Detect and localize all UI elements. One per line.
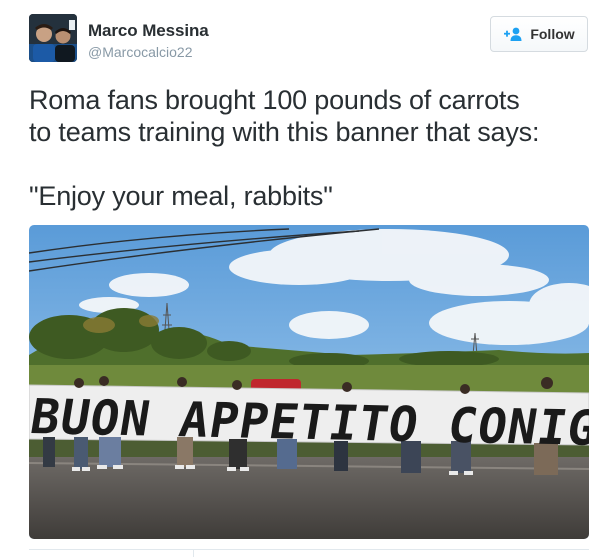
tweet-text-line: to teams training with this banner that … [29,117,540,147]
user-display-name[interactable]: Marco Messina [88,21,209,41]
tweet-text-line: "Enjoy your meal, rabbits" [29,181,333,211]
photo-scene [29,225,589,539]
tweet-card: Marco Messina @Marcocalcio22 Follow Roma… [0,0,615,557]
follow-button-label: Follow [530,26,575,42]
tweet-text-blank-line [29,148,604,180]
avatar[interactable] [29,14,77,62]
avatar-image [29,14,77,62]
divider-tick [193,549,194,557]
tweet-text-line: Roma fans brought 100 pounds of carrots [29,85,520,115]
banner-text: BUON APPETITO CONIGLI! [29,389,589,459]
tweet-photo[interactable]: BUON APPETITO CONIGLI! [29,225,589,539]
follow-person-plus-icon [503,26,523,42]
user-handle[interactable]: @Marcocalcio22 [88,44,192,60]
tweet-text: Roma fans brought 100 pounds of carrots … [29,84,604,212]
divider [29,549,589,550]
follow-button[interactable]: Follow [490,16,588,52]
